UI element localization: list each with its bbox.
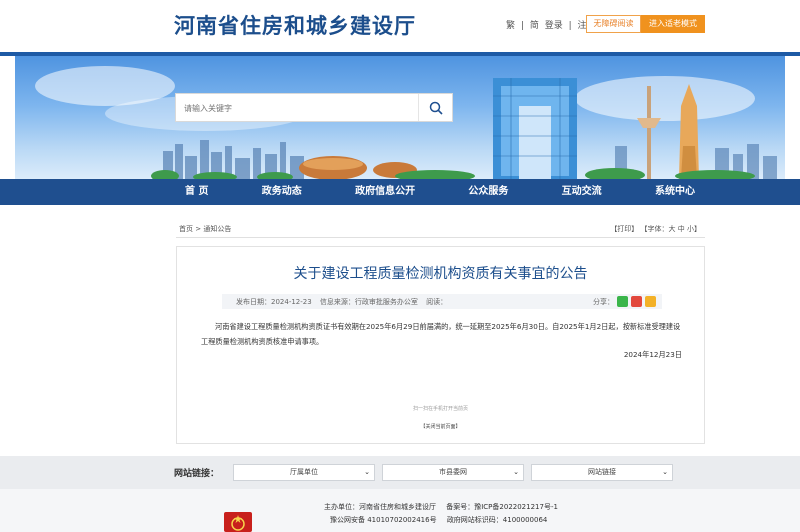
website-links-bar: 网站链接： 厅属单位 ⌄ 市县委网 ⌄ 网站链接 ⌄ [0, 456, 800, 489]
view-count: 阅读： [426, 298, 448, 306]
nav-public-service[interactable]: 公众服务 [458, 179, 518, 205]
search-box [175, 93, 453, 122]
chevron-down-icon: ⌄ [364, 468, 370, 476]
share-label: 分享： [593, 297, 614, 306]
search-icon [429, 101, 443, 115]
breadcrumb-current[interactable]: 通知公告 [203, 225, 231, 233]
site-title[interactable]: 河南省住房和城乡建设厅 [174, 10, 416, 40]
footer-line-2: 豫公网安备 41010702002416号 政府网站标识码：4100000064 [330, 515, 555, 525]
select-city-sites[interactable]: 市县委网 ⌄ [382, 464, 524, 481]
weibo-icon[interactable] [631, 296, 642, 307]
links-label: 网站链接： [174, 469, 220, 479]
info-source: 信息来源：行政审批服务办公室 [319, 298, 418, 306]
traditional-link[interactable]: 繁 [506, 21, 515, 31]
chevron-down-icon: ⌄ [513, 468, 519, 476]
simplified-link[interactable]: 简 [530, 21, 539, 31]
footer-line-1: 主办单位：河南省住房和城乡建设厅 备案号：豫ICP备2022021217号-1 [324, 502, 566, 512]
breadcrumb-separator: > [195, 225, 202, 233]
search-button[interactable] [418, 94, 452, 121]
wechat-icon[interactable] [617, 296, 628, 307]
divider: | [568, 21, 572, 31]
publish-date: 发布日期：2024-12-23 [236, 298, 312, 306]
elder-mode-button[interactable]: 进入适老模式 [641, 15, 705, 33]
select-value: 市县委网 [439, 468, 467, 476]
chevron-down-icon: ⌄ [662, 468, 668, 476]
search-input[interactable] [184, 100, 414, 116]
favorite-icon[interactable] [645, 296, 656, 307]
main-nav: 首 页 政务动态 政府信息公开 公众服务 互动交流 系统中心 [0, 179, 800, 205]
select-value: 厅属单位 [290, 468, 318, 476]
nav-interaction[interactable]: 互动交流 [552, 179, 612, 205]
police-record[interactable]: 豫公网安备 41010702002416号 [330, 516, 437, 524]
qr-hint: 扫一扫在手机打开当前页 [412, 406, 468, 412]
breadcrumb: 首页 > 通知公告 【打印】 【字体：大 中 小】 [176, 221, 705, 237]
share-bar: 分享： [593, 296, 656, 307]
site-header: 河南省住房和城乡建设厅 繁 | 简 登录 | 注册 无障碍阅读 进入适老模式 [0, 0, 800, 52]
article-body: 河南省建设工程质量检测机构资质证书有效期在2025年6月29日前届满的，统一延期… [201, 322, 681, 346]
select-website-links[interactable]: 网站链接 ⌄ [531, 464, 673, 481]
nav-gov-info[interactable]: 政府信息公开 [345, 179, 425, 205]
divider: | [520, 21, 524, 31]
party-emblem-icon[interactable] [224, 512, 252, 532]
article-panel: 关于建设工程质量检测机构资质有关事宜的公告 发布日期：2024-12-23 信息… [176, 246, 705, 444]
banner [15, 56, 785, 179]
article-date: 2024年12月23日 [623, 350, 682, 359]
icp-record[interactable]: 备案号：豫ICP备2022021217号-1 [446, 503, 558, 511]
page-tools[interactable]: 【打印】 【字体：大 中 小】 [610, 224, 701, 234]
article-title: 关于建设工程质量检测机构资质有关事宜的公告 [293, 266, 588, 282]
login-link[interactable]: 登录 [545, 21, 563, 31]
article-meta: 发布日期：2024-12-23 信息来源：行政审批服务办公室 阅读： 分享： [222, 294, 662, 309]
nav-news[interactable]: 政务动态 [252, 179, 312, 205]
footer: 主办单位：河南省住房和城乡建设厅 备案号：豫ICP备2022021217号-1 … [0, 489, 800, 532]
nav-home[interactable]: 首 页 [175, 179, 218, 205]
breadcrumb-home[interactable]: 首页 [179, 225, 193, 233]
close-page-link[interactable]: 【关闭当前页面】 [177, 423, 704, 430]
top-links: 繁 | 简 登录 | 注册 [506, 18, 599, 31]
site-id: 政府网站标识码：4100000064 [446, 516, 548, 524]
divider [176, 237, 705, 238]
nav-system[interactable]: 系统中心 [645, 179, 705, 205]
select-value: 网站链接 [588, 468, 616, 476]
accessibility-button[interactable]: 无障碍阅读 [586, 15, 641, 33]
select-affiliated-units[interactable]: 厅属单位 ⌄ [233, 464, 375, 481]
sponsor: 主办单位：河南省住房和城乡建设厅 [324, 503, 436, 511]
